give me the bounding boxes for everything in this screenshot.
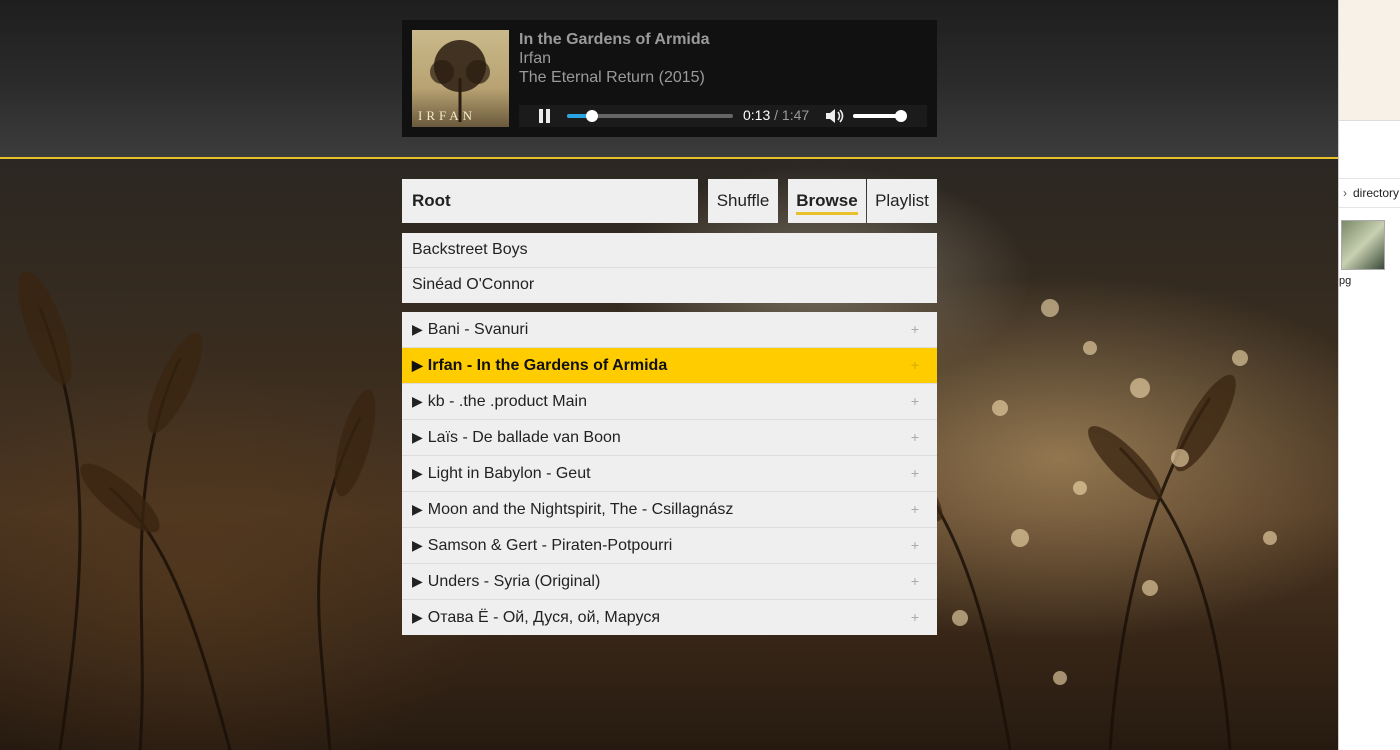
album-label: Samson & Gert - Piraten-Potpourri [427, 537, 673, 554]
seek-bar[interactable] [567, 110, 733, 122]
time-separator: / [774, 107, 779, 123]
album-item[interactable]: ▶ Moon and the Nightspirit, The - Csillag… [402, 492, 937, 528]
album-item[interactable]: ▶ Отава Ё - Ой, Дуся, ой, Маруся + [402, 600, 937, 635]
play-arrow-icon: ▶ [412, 465, 423, 481]
add-to-playlist-icon[interactable]: + [911, 528, 919, 563]
play-arrow-icon: ▶ [412, 429, 423, 445]
tab-browse-label: Browse [796, 191, 858, 215]
time-display: 0:13 / 1:47 [743, 107, 809, 123]
directory-list: Backstreet Boys Sinéad O'Connor [402, 233, 937, 303]
background-window-breadcrumb[interactable]: › directory [1339, 178, 1400, 208]
file-label: pg [1339, 275, 1352, 287]
track-album: The Eternal Return (2015) [519, 69, 705, 86]
breadcrumb-label: directory [1353, 186, 1400, 200]
play-arrow-icon: ▶ [412, 609, 423, 625]
album-label: Moon and the Nightspirit, The - Csillagn… [427, 501, 734, 518]
file-thumbnail[interactable] [1341, 220, 1385, 270]
play-arrow-icon: ▶ [412, 321, 423, 337]
album-label: Irfan - In the Gardens of Armida [427, 357, 668, 374]
add-to-playlist-icon[interactable]: + [911, 492, 919, 527]
play-arrow-icon: ▶ [412, 501, 423, 517]
pause-button[interactable] [537, 109, 551, 123]
chevron-right-icon: › [1343, 186, 1347, 200]
time-total: 1:47 [781, 107, 810, 123]
tab-playlist[interactable]: Playlist [867, 179, 937, 223]
tab-browse[interactable]: Browse [788, 179, 866, 223]
cover-logo: IRFAN [418, 108, 477, 123]
directory-item[interactable]: Sinéad O'Connor [402, 268, 937, 303]
background-window: › directory pg [1338, 0, 1400, 750]
play-arrow-icon: ▶ [412, 357, 423, 373]
volume-handle[interactable] [894, 110, 907, 122]
album-label: Light in Babylon - Geut [427, 465, 591, 482]
album-item-playing[interactable]: ▶ Irfan - In the Gardens of Armida + [402, 348, 937, 384]
album-label: Unders - Syria (Original) [427, 573, 601, 590]
album-item[interactable]: ▶ Laïs - De ballade van Boon + [402, 420, 937, 456]
album-label: Отава Ё - Ой, Дуся, ой, Маруся [427, 609, 661, 626]
album-label: Laïs - De ballade van Boon [427, 429, 621, 446]
app-window: IRFAN In the Gardens of Armida Irfan The… [0, 0, 1338, 750]
album-cover: IRFAN [412, 30, 509, 127]
add-to-playlist-icon[interactable]: + [911, 600, 919, 635]
track-title: In the Gardens of Armida [519, 31, 710, 48]
pause-icon-bar-right [546, 109, 550, 123]
track-artist: Irfan [519, 50, 552, 67]
volume-level [853, 114, 901, 118]
album-item[interactable]: ▶ kb - .the .product Main + [402, 384, 937, 420]
add-to-playlist-icon[interactable]: + [911, 384, 919, 419]
album-label: Bani - Svanuri [427, 321, 529, 338]
album-list: ▶ Bani - Svanuri + ▶ Irfan - In the Gardens … [402, 312, 937, 635]
add-to-playlist-icon[interactable]: + [911, 564, 919, 599]
volume-slider[interactable] [853, 110, 907, 122]
time-current: 0:13 [743, 107, 771, 123]
play-arrow-icon: ▶ [412, 573, 423, 589]
now-playing-panel: IRFAN In the Gardens of Armida Irfan The… [402, 20, 937, 137]
add-to-playlist-icon[interactable]: + [911, 312, 919, 347]
playback-controls: 0:13 / 1:47 [519, 105, 927, 127]
directory-item[interactable]: Backstreet Boys [402, 233, 937, 268]
album-label: kb - .the .product Main [427, 393, 587, 410]
album-item[interactable]: ▶ Bani - Svanuri + [402, 312, 937, 348]
play-arrow-icon: ▶ [412, 393, 423, 409]
shuffle-button[interactable]: Shuffle [708, 179, 778, 223]
seek-handle[interactable] [585, 110, 598, 122]
add-to-playlist-icon[interactable]: + [911, 348, 919, 383]
play-arrow-icon: ▶ [412, 537, 423, 553]
album-item[interactable]: ▶ Samson & Gert - Piraten-Potpourri + [402, 528, 937, 564]
album-item[interactable]: ▶ Light in Babylon - Geut + [402, 456, 937, 492]
pause-icon-bar-left [539, 109, 543, 123]
album-item[interactable]: ▶ Unders - Syria (Original) + [402, 564, 937, 600]
background-window-panel [1339, 0, 1400, 121]
path-breadcrumb[interactable]: Root [402, 179, 698, 223]
add-to-playlist-icon[interactable]: + [911, 420, 919, 455]
volume-icon[interactable] [825, 108, 845, 124]
player-header: IRFAN In the Gardens of Armida Irfan The… [0, 0, 1338, 159]
add-to-playlist-icon[interactable]: + [911, 456, 919, 491]
